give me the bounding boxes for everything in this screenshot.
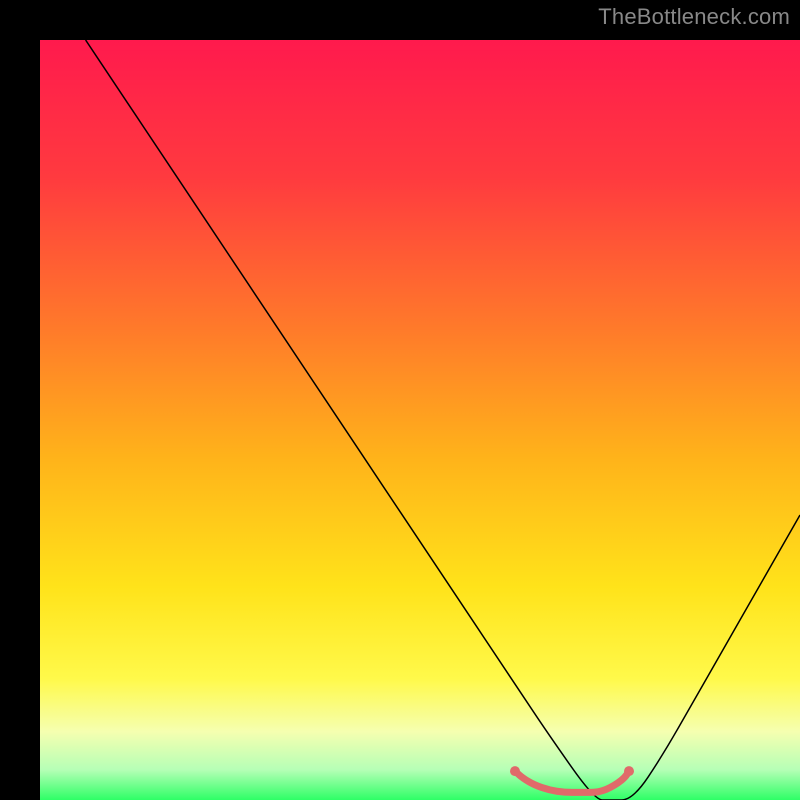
bottleneck-chart (40, 40, 800, 800)
chart-frame (20, 20, 780, 780)
gradient-background (40, 40, 800, 800)
optimal-range-start-dot (510, 766, 520, 776)
optimal-range-end-dot (624, 766, 634, 776)
watermark-text: TheBottleneck.com (598, 4, 790, 30)
